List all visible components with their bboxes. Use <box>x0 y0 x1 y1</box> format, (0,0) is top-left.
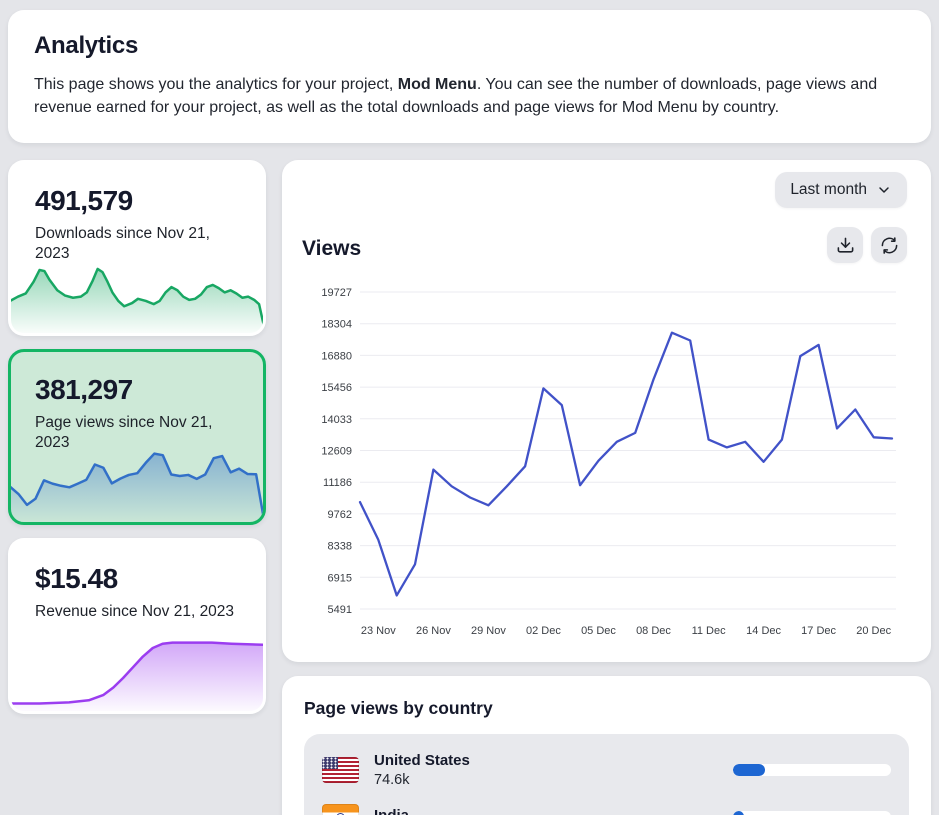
downloads-stat-text: 491,579 Downloads since Nov 21, 2023 <box>11 163 263 263</box>
refresh-chart-button[interactable] <box>871 227 907 263</box>
us-country-text: United States 74.6k <box>374 752 470 788</box>
svg-text:17 Dec: 17 Dec <box>801 625 836 637</box>
page-views-value: 381,297 <box>35 374 263 406</box>
country-row-india: India <box>316 796 897 815</box>
project-name: Mod Menu <box>398 76 477 93</box>
downloads-label: Downloads since Nov 21, 2023 <box>35 224 240 263</box>
revenue-sparkline <box>10 632 264 712</box>
india-country-text: India <box>374 807 409 815</box>
country-row-united-states: United States 74.6k <box>316 744 897 796</box>
svg-text:11 Dec: 11 Dec <box>692 625 727 637</box>
svg-text:9762: 9762 <box>328 509 352 521</box>
us-progress-fill <box>733 764 765 776</box>
svg-text:20 Dec: 20 Dec <box>856 625 891 637</box>
downloads-sparkline <box>10 254 264 334</box>
svg-text:6915: 6915 <box>328 573 352 585</box>
header-card: Analytics This page shows you the analyt… <box>8 10 931 143</box>
page-views-stat-text: 381,297 Page views since Nov 21, 2023 <box>11 352 263 452</box>
views-chart-card: Last month Views <box>282 160 931 662</box>
download-icon <box>836 236 855 255</box>
svg-text:23 Nov: 23 Nov <box>361 625 396 637</box>
svg-text:18304: 18304 <box>321 319 352 331</box>
page-root: Analytics This page shows you the analyt… <box>0 0 939 815</box>
svg-text:14033: 14033 <box>321 414 352 426</box>
svg-text:29 Nov: 29 Nov <box>471 625 506 637</box>
chart-title: Views <box>302 237 361 263</box>
stat-card-revenue[interactable]: $15.48 Revenue since Nov 21, 2023 <box>8 538 266 714</box>
main-column: Last month Views <box>282 160 931 815</box>
country-name: India <box>374 807 409 815</box>
refresh-icon <box>880 236 899 255</box>
svg-text:5491: 5491 <box>328 604 352 616</box>
country-card-title: Page views by country <box>304 698 909 719</box>
svg-text:26 Nov: 26 Nov <box>416 625 451 637</box>
svg-text:16880: 16880 <box>321 351 352 363</box>
page-views-sparkline <box>10 443 264 523</box>
svg-text:02 Dec: 02 Dec <box>526 625 561 637</box>
stats-column: 491,579 Downloads since Nov 21, 2023 381… <box>8 160 266 714</box>
svg-text:19727: 19727 <box>321 287 352 299</box>
page-views-label: Page views since Nov 21, 2023 <box>35 413 240 452</box>
chart-head: Views <box>302 227 907 263</box>
stat-card-page-views[interactable]: 381,297 Page views since Nov 21, 2023 <box>8 349 266 525</box>
svg-text:14 Dec: 14 Dec <box>746 625 781 637</box>
india-progress-track <box>733 811 891 815</box>
views-line-chart: 19727 18304 16880 15456 14033 12609 11186 9762 8… <box>302 279 914 644</box>
country-list: United States 74.6k India <box>304 734 909 815</box>
range-selector-label: Last month <box>790 181 867 199</box>
revenue-value: $15.48 <box>35 563 263 595</box>
svg-text:08 Dec: 08 Dec <box>636 625 671 637</box>
range-selector-button[interactable]: Last month <box>775 172 907 208</box>
page-title: Analytics <box>34 32 905 60</box>
india-progress-fill <box>733 811 744 815</box>
svg-text:11186: 11186 <box>323 478 352 490</box>
us-progress-track <box>733 764 891 776</box>
us-flag-icon <box>322 757 359 783</box>
svg-text:05 Dec: 05 Dec <box>581 625 616 637</box>
country-value: 74.6k <box>374 772 470 788</box>
chevron-down-icon <box>876 182 892 198</box>
svg-text:15456: 15456 <box>321 383 352 395</box>
revenue-label: Revenue since Nov 21, 2023 <box>35 602 240 621</box>
chart-action-buttons <box>827 227 907 263</box>
svg-text:8338: 8338 <box>328 541 352 553</box>
export-chart-button[interactable] <box>827 227 863 263</box>
downloads-value: 491,579 <box>35 185 263 217</box>
page-views-by-country-card: Page views by country United States 74.6… <box>282 676 931 815</box>
stat-card-downloads[interactable]: 491,579 Downloads since Nov 21, 2023 <box>8 160 266 336</box>
india-flag-icon <box>322 804 359 815</box>
svg-text:12609: 12609 <box>321 446 352 458</box>
range-row: Last month <box>302 172 907 208</box>
page-description: This page shows you the analytics for yo… <box>34 74 905 119</box>
content-columns: 491,579 Downloads since Nov 21, 2023 381… <box>8 160 931 815</box>
revenue-stat-text: $15.48 Revenue since Nov 21, 2023 <box>11 541 263 621</box>
country-name: United States <box>374 752 470 769</box>
